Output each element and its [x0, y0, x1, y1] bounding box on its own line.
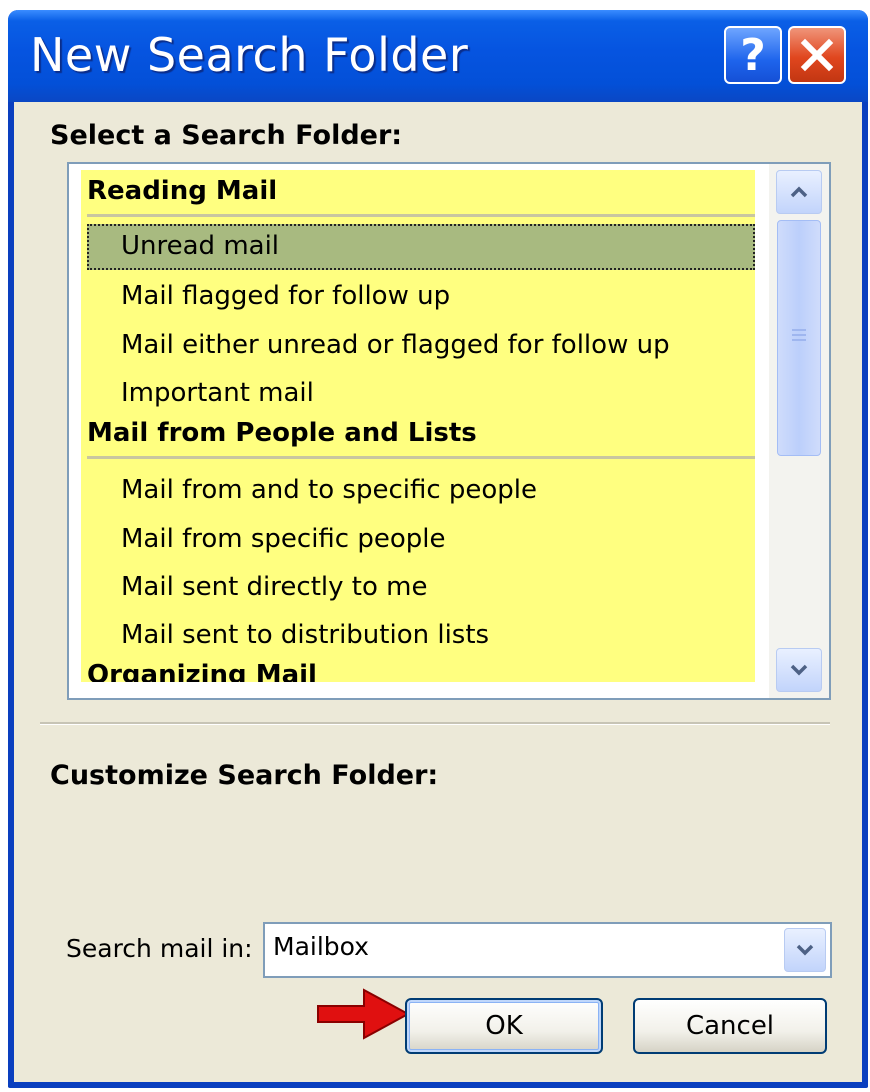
list-item-important-mail[interactable]: Important mail [87, 371, 755, 417]
section-divider [40, 722, 830, 725]
red-arrow-icon [317, 988, 411, 1040]
help-button[interactable]: ? [724, 26, 782, 84]
list-item-mail-flagged-for-follow-up[interactable]: Mail flagged for follow up [87, 274, 755, 320]
group-divider [87, 456, 755, 459]
scroll-down-button[interactable] [776, 648, 822, 692]
list-item-unread-mail[interactable]: Unread mail [87, 224, 755, 270]
ok-button[interactable]: OK [405, 998, 603, 1054]
list-item-mail-from-specific-people[interactable]: Mail from specific people [87, 517, 755, 563]
search-folder-list-body: Reading Mail Unread mail Mail flagged fo… [81, 170, 755, 682]
scroll-up-button[interactable] [776, 170, 822, 214]
dialog-title: New Search Folder [30, 28, 469, 82]
group-header-mail-from-people-and-lists: Mail from People and Lists [87, 418, 477, 448]
group-header-organizing-mail: Organizing Mail [87, 660, 317, 682]
customize-search-folder-label: Customize Search Folder: [50, 760, 439, 791]
list-item-mail-sent-directly-to-me[interactable]: Mail sent directly to me [87, 565, 755, 611]
list-item-mail-from-and-to-specific-people[interactable]: Mail from and to specific people [87, 468, 755, 514]
title-bar[interactable]: New Search Folder ? [8, 10, 868, 102]
group-header-reading-mail: Reading Mail [87, 176, 278, 206]
close-button[interactable] [788, 26, 846, 84]
chevron-up-icon [790, 186, 808, 198]
cancel-button[interactable]: Cancel [633, 998, 827, 1054]
close-icon [800, 38, 834, 72]
search-folder-list[interactable]: Reading Mail Unread mail Mail flagged fo… [67, 162, 831, 700]
grip-line [792, 339, 806, 341]
search-mail-in-value: Mailbox [273, 932, 369, 961]
select-search-folder-label: Select a Search Folder: [50, 120, 403, 151]
grip-line [792, 329, 806, 331]
grip-line [792, 334, 806, 336]
list-scrollbar[interactable] [769, 164, 829, 698]
help-icon: ? [740, 29, 766, 81]
list-item-mail-unread-or-flagged[interactable]: Mail either unread or flagged for follow… [87, 323, 755, 369]
scroll-thumb[interactable] [777, 220, 821, 456]
search-mail-in-dropdown[interactable]: Mailbox [263, 922, 832, 978]
chevron-down-icon [796, 944, 814, 956]
list-item-mail-sent-to-distribution-lists[interactable]: Mail sent to distribution lists [87, 613, 755, 659]
group-divider [87, 214, 755, 217]
dropdown-button[interactable] [784, 928, 826, 972]
chevron-down-icon [790, 664, 808, 676]
search-mail-in-label: Search mail in: [66, 934, 253, 963]
